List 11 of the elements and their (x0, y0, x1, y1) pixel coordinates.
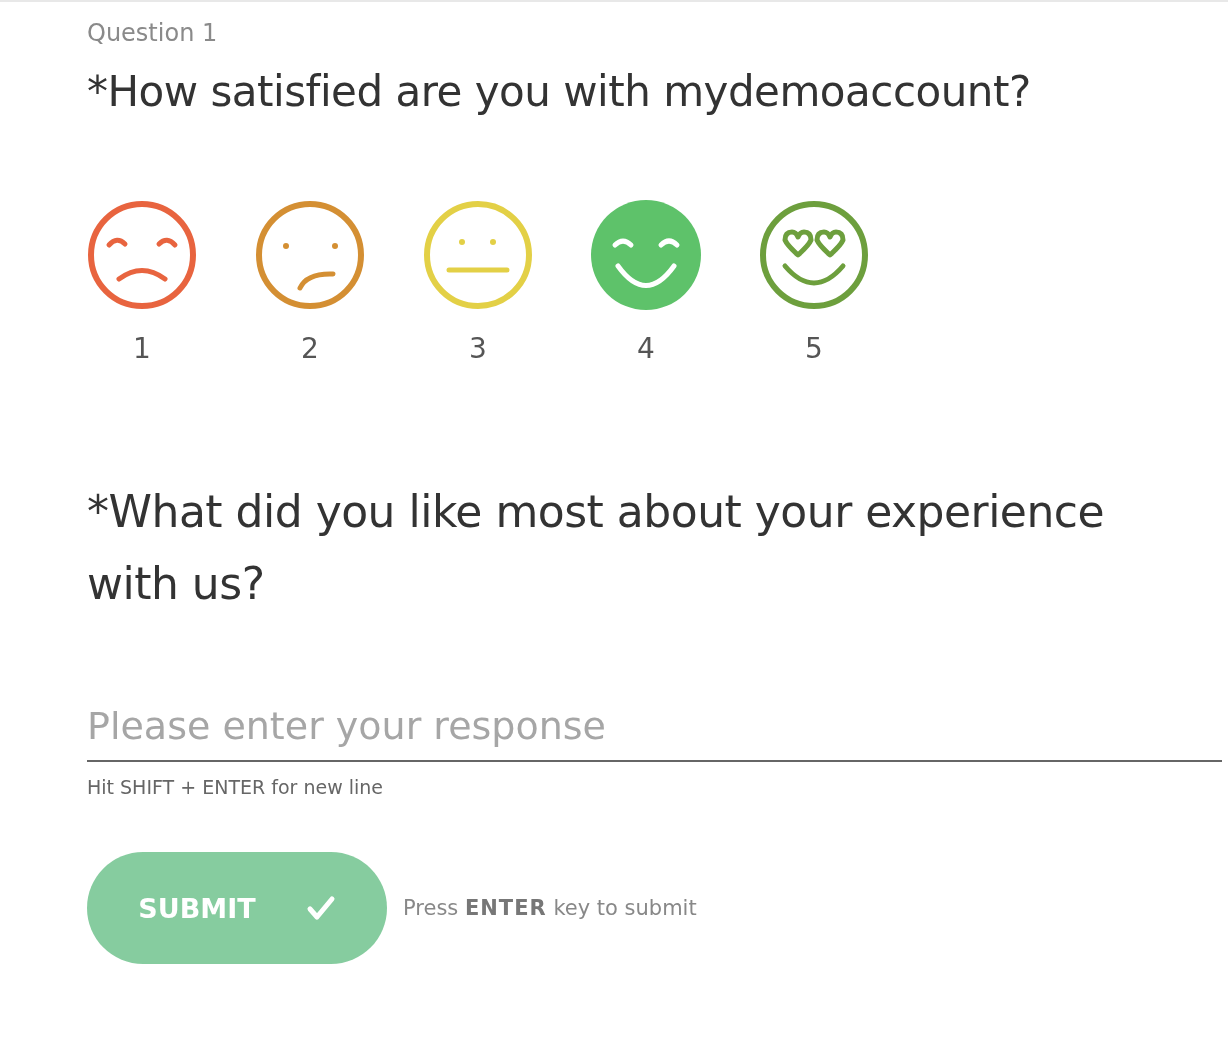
input-hint: Hit SHIFT + ENTER for new line (87, 776, 385, 798)
rating-option[interactable]: 4 (591, 200, 701, 366)
rating-option[interactable]: 5 (759, 200, 869, 366)
checkmark-icon (305, 895, 336, 921)
rating-option[interactable]: 3 (423, 200, 533, 366)
rating-option[interactable]: 1 (87, 200, 197, 366)
question-title: *How satisfied are you with mydemoaccount? (87, 66, 1032, 118)
submit-hint: Press ENTER key to submit (403, 896, 697, 920)
rating-option[interactable]: 2 (255, 200, 365, 366)
question-title: *What did you like most about your experience with us? (87, 485, 1106, 611)
question-number: Question 1 (87, 18, 219, 49)
